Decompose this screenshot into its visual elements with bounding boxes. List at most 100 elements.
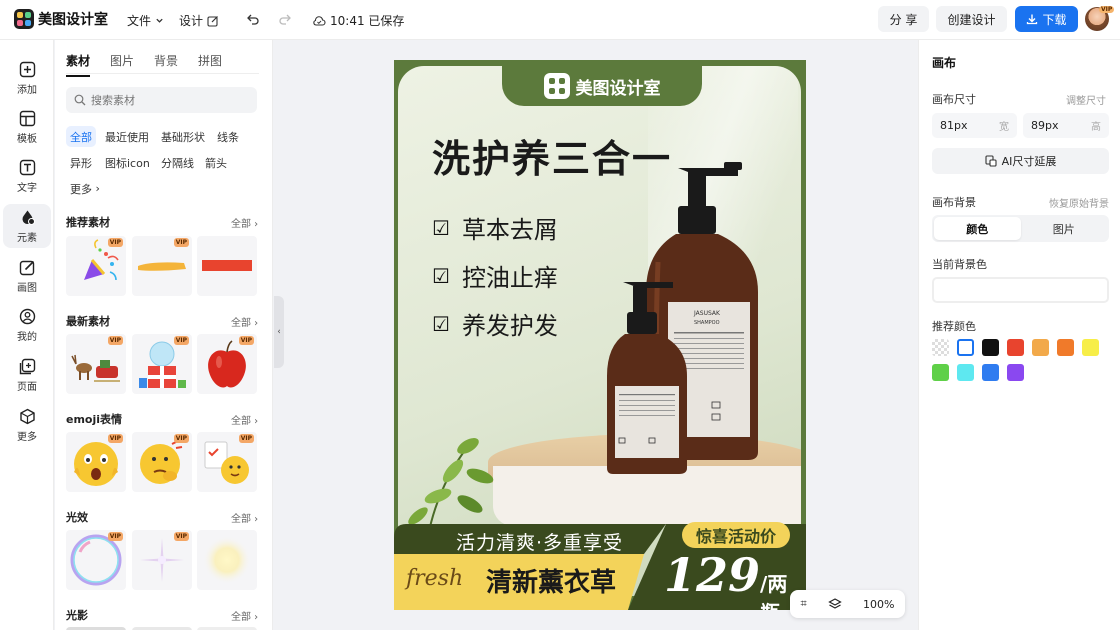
recommend-colors-label: 推荐颜色 — [932, 320, 976, 333]
vip-badge: VIP — [107, 238, 123, 247]
swatch-black[interactable] — [982, 339, 999, 356]
section-title-latest: 最新素材 — [66, 315, 110, 328]
nav-draw-label: 画图 — [17, 283, 37, 294]
nav-elements-label: 元素 — [17, 233, 37, 244]
material-thumb-party-popper[interactable]: VIP — [66, 236, 126, 296]
material-thumb-emoji-checklist[interactable]: VIP — [197, 432, 257, 492]
material-thumb-brush-stroke[interactable]: VIP — [132, 236, 192, 296]
grid-icon[interactable]: ⌗ — [801, 597, 807, 611]
app-logo-icon — [14, 9, 34, 29]
download-icon — [1027, 14, 1038, 25]
left-nav: 添加 模板 文字 元素 画图 我的 页面 更多 — [0, 40, 54, 630]
save-status-text: 10:41 已保存 — [330, 14, 405, 28]
current-bg-color-swatch[interactable] — [932, 277, 1109, 303]
swatch-blue[interactable] — [982, 364, 999, 381]
chip-recent[interactable]: 最近使用 — [101, 126, 153, 147]
material-thumb-apple[interactable]: VIP — [197, 334, 257, 394]
share-button-label: 分 享 — [889, 12, 918, 27]
swatch-transparent[interactable] — [932, 339, 949, 356]
layers-icon[interactable] — [828, 597, 842, 611]
chip-arrows[interactable]: 箭头 — [201, 152, 231, 173]
canvas-bg-label: 画布背景 — [932, 196, 976, 209]
chip-icons[interactable]: 图标icon — [101, 152, 154, 173]
material-thumb-sparkle[interactable]: VIP — [132, 530, 192, 590]
ai-extend-label: AI尺寸延展 — [1001, 155, 1057, 168]
chip-dividers[interactable]: 分隔线 — [157, 152, 198, 173]
swatch-red[interactable] — [1007, 339, 1024, 356]
width-field[interactable]: 81px 宽 — [932, 113, 1017, 138]
ai-extend-button[interactable]: AI尺寸延展 — [932, 148, 1109, 174]
seg-color[interactable]: 颜色 — [934, 217, 1021, 240]
nav-mine[interactable]: 我的 — [3, 303, 51, 347]
chip-all[interactable]: 全部 — [66, 126, 96, 147]
restore-bg-link[interactable]: 恢复原始背景 — [1049, 195, 1109, 210]
share-button[interactable]: 分 享 — [878, 6, 929, 32]
adjust-size-link[interactable]: 调整尺寸 — [1066, 92, 1106, 107]
create-design-button[interactable]: 创建设计 — [936, 6, 1007, 32]
poster-logo-icon — [543, 73, 570, 99]
user-icon — [18, 307, 36, 325]
bg-type-toggle: 颜色 图片 — [932, 215, 1109, 242]
red-bar-image — [202, 260, 252, 271]
swatch-yellow[interactable] — [1082, 339, 1099, 356]
swatch-cyan[interactable] — [957, 364, 974, 381]
section-all-latest[interactable]: 全部 › — [231, 314, 258, 329]
section-all-light-shadow[interactable]: 全部 › — [231, 608, 258, 623]
feature-item: ☑ 控油止痒 — [432, 258, 558, 293]
section-all-light-effects[interactable]: 全部 › — [231, 510, 258, 525]
nav-pages-label: 页面 — [17, 382, 37, 393]
undo-button[interactable] — [246, 12, 260, 26]
material-thumb-bubble[interactable]: VIP — [66, 530, 126, 590]
file-menu[interactable]: 文件 — [127, 12, 164, 29]
swatch-white[interactable] — [957, 339, 974, 356]
material-thumb-emoji-thinking[interactable]: VIP — [132, 432, 192, 492]
nav-add[interactable]: 添加 — [3, 56, 51, 100]
nav-more[interactable]: 更多 — [3, 403, 51, 447]
zoom-level[interactable]: 100% — [863, 598, 894, 611]
section-title-light-shadow: 光影 — [66, 609, 88, 622]
download-label: 下载 — [1042, 12, 1067, 27]
chip-irregular[interactable]: 异形 — [66, 152, 96, 173]
material-thumb-emoji-shocked[interactable]: VIP — [66, 432, 126, 492]
section-all-recommended[interactable]: 全部 › — [231, 215, 258, 230]
swatch-light-orange[interactable] — [1032, 339, 1049, 356]
width-unit: 宽 — [999, 122, 1009, 133]
feature-item: ☑ 养发护发 — [432, 306, 558, 341]
swatch-green[interactable] — [932, 364, 949, 381]
nav-pages[interactable]: 页面 — [3, 353, 51, 397]
product-name: 清新薰衣草 — [486, 568, 617, 598]
redo-button[interactable] — [278, 12, 292, 26]
search-box[interactable] — [66, 87, 257, 113]
feature-item: ☑ 草本去屑 — [432, 210, 558, 245]
chip-lines[interactable]: 线条 — [213, 126, 243, 147]
app-logo[interactable]: 美图设计室 — [14, 9, 108, 29]
seg-image[interactable]: 图片 — [1021, 217, 1108, 240]
section-title-emoji: emoji表情 — [66, 413, 123, 426]
top-bar: 美图设计室 文件 设计 10:41 已保存 分 享 创建设计 下载 VIP — [0, 0, 1120, 40]
section-all-label: 全部 — [231, 514, 251, 525]
nav-draw[interactable]: 画图 — [3, 254, 51, 298]
collapse-panel-handle[interactable]: ‹ — [274, 296, 284, 368]
nav-elements[interactable]: 元素 — [3, 204, 51, 248]
chip-more[interactable]: 更多 › — [66, 178, 104, 199]
material-thumb-red-bar[interactable] — [197, 236, 257, 296]
material-thumb-glow[interactable] — [197, 530, 257, 590]
download-button[interactable]: 下载 — [1015, 6, 1078, 32]
design-menu[interactable]: 设计 — [179, 12, 219, 29]
search-input[interactable] — [91, 93, 241, 107]
chip-basic-shapes[interactable]: 基础形状 — [157, 126, 209, 147]
nav-templates[interactable]: 模板 — [3, 105, 51, 149]
chevron-right-icon: › — [95, 182, 100, 195]
section-all-emoji[interactable]: 全部 › — [231, 412, 258, 427]
swatch-orange[interactable] — [1057, 339, 1074, 356]
swatch-purple[interactable] — [1007, 364, 1024, 381]
checkbox-icon: ☑ — [432, 263, 450, 288]
cube-icon — [18, 407, 36, 425]
nav-text[interactable]: 文字 — [3, 154, 51, 198]
ai-resize-icon — [985, 155, 997, 167]
height-field[interactable]: 89px 高 — [1023, 113, 1109, 138]
search-icon — [74, 94, 86, 106]
poster-canvas[interactable]: JASUSAK SHAMPOO 美图设计室 洗护养三合一 ☑ 草本去屑 ☑ 控油… — [394, 60, 806, 610]
material-thumb-snow-globe-gift[interactable]: VIP — [132, 334, 192, 394]
material-thumb-reindeer-sleigh[interactable]: VIP — [66, 334, 126, 394]
